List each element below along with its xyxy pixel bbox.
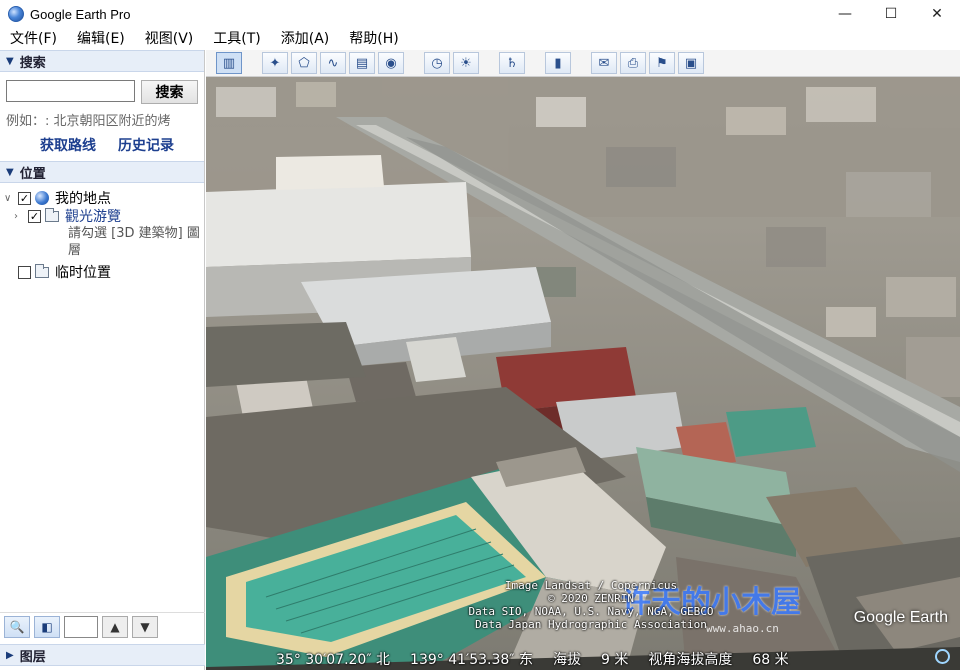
panel-toggle-icon[interactable]: ◧ bbox=[34, 615, 60, 638]
main-toolbar: ▥ ✦ ⬠ ∿ ▤ ◉ ◷ ☀ ♄ ▮ ✉ ⎙ ⚑ ▣ bbox=[206, 50, 960, 77]
search-header[interactable]: ▼ 搜索 bbox=[0, 50, 204, 72]
tree-label: 我的地点 bbox=[55, 191, 111, 207]
get-directions-link[interactable]: 获取路线 bbox=[40, 135, 96, 155]
add-overlay-icon[interactable]: ▤ bbox=[349, 52, 375, 74]
places-header-label: 位置 bbox=[19, 166, 46, 182]
add-polygon-icon[interactable]: ⬠ bbox=[291, 52, 317, 74]
window-title: Google Earth Pro bbox=[30, 6, 131, 22]
attribution-line: Data Japan Hydrographic Association bbox=[475, 618, 707, 631]
add-placemark-icon[interactable]: ✦ bbox=[262, 52, 288, 74]
elevation-value: 9 米 bbox=[600, 651, 629, 668]
search-example: 例如：: 北京朝阳区附近的烤 bbox=[6, 114, 171, 129]
status-bar: 35° 30′07.20″ 北 139° 41′53.38″ 东 海拔 9 米 … bbox=[206, 647, 960, 670]
checkbox[interactable] bbox=[18, 265, 31, 279]
eye-altitude-value: 68 米 bbox=[752, 651, 789, 668]
history-link[interactable]: 历史记录 bbox=[118, 135, 174, 155]
menu-help[interactable]: 帮助(H) bbox=[339, 29, 408, 49]
tree-item-description: 請勾選 [3D 建築物] 圖層 bbox=[68, 226, 200, 258]
planets-icon[interactable]: ♄ bbox=[499, 52, 525, 74]
add-path-icon[interactable]: ∿ bbox=[320, 52, 346, 74]
menu-tools[interactable]: 工具(T) bbox=[203, 29, 270, 49]
tree-item-tour[interactable]: › ✓ 觀光游覽 bbox=[0, 207, 204, 225]
title-bar: Google Earth Pro — ☐ ✕ bbox=[0, 0, 960, 28]
filter-box[interactable] bbox=[64, 615, 98, 638]
sunlight-icon[interactable]: ☀ bbox=[453, 52, 479, 74]
search-places-icon[interactable]: 🔍 bbox=[4, 615, 30, 638]
tree-label: 临时位置 bbox=[55, 265, 111, 281]
expand-icon[interactable]: › bbox=[14, 211, 26, 222]
print-icon[interactable]: ⎙ bbox=[620, 52, 646, 74]
move-down-icon[interactable]: ▼ bbox=[132, 615, 158, 638]
globe-icon bbox=[35, 191, 49, 205]
sidebar-toggle-icon[interactable]: ▥ bbox=[216, 52, 242, 74]
elevation-label: 海拔 bbox=[552, 651, 581, 668]
checkbox[interactable]: ✓ bbox=[28, 209, 41, 223]
imagery-attribution: Image Landsat / Copernicus © 2020 ZENRIN… bbox=[431, 579, 751, 631]
close-button[interactable]: ✕ bbox=[914, 0, 960, 28]
eye-altitude-label: 视角海拔高度 bbox=[648, 651, 733, 668]
menu-file[interactable]: 文件(F) bbox=[0, 29, 67, 49]
layers-header[interactable]: ▶ 图层 bbox=[0, 644, 205, 666]
tree-item-my-places[interactable]: ∨ ✓ 我的地点 bbox=[0, 189, 204, 207]
places-tree: ∨ ✓ 我的地点 › ✓ 觀光游覽 請勾選 [3D 建築物] 圖層 临时位置 bbox=[0, 183, 204, 281]
left-panel: ▼ 搜索 搜索 例如：: 北京朝阳区附近的烤 获取路线 历史记录 ▼ 位置 ∨ … bbox=[0, 50, 205, 670]
places-tools: 🔍 ◧ ▲ ▼ bbox=[0, 612, 205, 640]
google-earth-icon bbox=[8, 6, 24, 22]
search-button[interactable]: 搜索 bbox=[141, 80, 198, 104]
search-header-label: 搜索 bbox=[19, 55, 46, 71]
menu-edit[interactable]: 编辑(E) bbox=[67, 29, 135, 49]
expand-icon[interactable]: ∨ bbox=[4, 193, 16, 204]
collapse-icon: ▼ bbox=[6, 55, 14, 67]
minimize-button[interactable]: — bbox=[822, 0, 868, 28]
folder-icon bbox=[35, 263, 49, 278]
email-icon[interactable]: ✉ bbox=[591, 52, 617, 74]
layers-header-label: 图层 bbox=[19, 649, 46, 665]
latitude-readout: 35° 30′07.20″ 北 bbox=[276, 651, 391, 668]
google-earth-logo: Google Earth bbox=[853, 609, 948, 626]
longitude-readout: 139° 41′53.38″ 东 bbox=[410, 651, 533, 668]
save-image-icon[interactable]: ▣ bbox=[678, 52, 704, 74]
ruler-icon[interactable]: ▮ bbox=[545, 52, 571, 74]
expand-icon: ▶ bbox=[6, 649, 14, 661]
collapse-icon: ▼ bbox=[6, 166, 14, 178]
tree-label: 觀光游覽 bbox=[65, 209, 121, 225]
move-up-icon[interactable]: ▲ bbox=[102, 615, 128, 638]
maximize-button[interactable]: ☐ bbox=[868, 0, 914, 28]
menu-add[interactable]: 添加(A) bbox=[271, 29, 340, 49]
earth-viewport[interactable]: 许天的小木屋 www.ahao.cn Image Landsat / Coper… bbox=[206, 77, 960, 670]
search-input[interactable] bbox=[6, 80, 135, 102]
attribution-line: © 2020 ZENRIN bbox=[547, 592, 635, 605]
historical-imagery-icon[interactable]: ◷ bbox=[424, 52, 450, 74]
attribution-line: Image Landsat / Copernicus bbox=[504, 579, 678, 592]
checkbox[interactable]: ✓ bbox=[18, 191, 31, 205]
streaming-indicator-icon bbox=[935, 649, 950, 664]
menu-bar: 文件(F) 编辑(E) 视图(V) 工具(T) 添加(A) 帮助(H) bbox=[0, 28, 960, 50]
record-tour-icon[interactable]: ◉ bbox=[378, 52, 404, 74]
attribution-line: Data SIO, NOAA, U.S. Navy, NGA, GEBCO bbox=[468, 605, 714, 618]
places-header[interactable]: ▼ 位置 bbox=[0, 161, 204, 183]
menu-view[interactable]: 视图(V) bbox=[135, 29, 204, 49]
folder-icon bbox=[45, 207, 59, 222]
view-in-maps-icon[interactable]: ⚑ bbox=[649, 52, 675, 74]
tree-item-temporary[interactable]: 临时位置 bbox=[0, 263, 204, 281]
